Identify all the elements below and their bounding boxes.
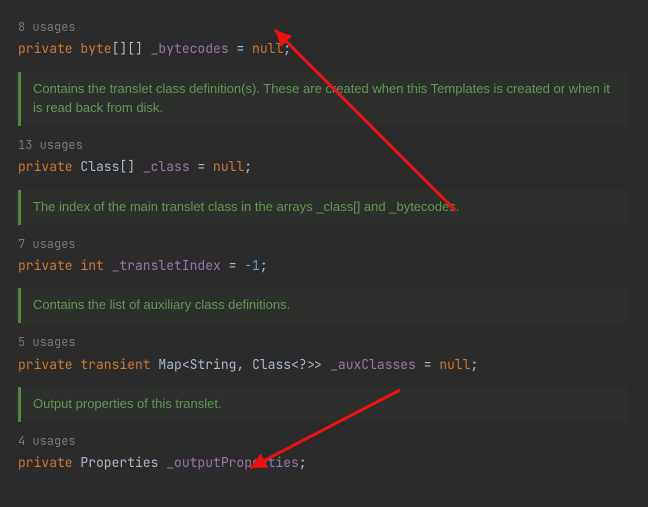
code-token: private xyxy=(18,158,80,175)
javadoc-comment: Contains the list of auxiliary class def… xyxy=(18,288,628,323)
field-declaration[interactable]: private transient Map<String, Class<?>> … xyxy=(18,355,648,376)
usages-hint[interactable]: 13 usages xyxy=(18,136,648,155)
code-token: <?>> xyxy=(291,356,330,373)
code-token: Class xyxy=(252,356,291,373)
field-declaration[interactable]: private byte[][] _bytecodes = null; xyxy=(18,39,648,60)
code-token: private xyxy=(18,454,80,471)
javadoc-comment: Output properties of this translet. xyxy=(18,387,628,422)
code-token: private xyxy=(18,356,80,373)
code-token: null xyxy=(439,356,470,373)
code-token: private xyxy=(18,40,80,57)
code-token: _bytecodes xyxy=(151,40,229,57)
code-token: Properties xyxy=(80,454,166,471)
code-token: _auxClasses xyxy=(330,356,416,373)
code-token: _outputProperties xyxy=(166,454,299,471)
code-token: ; xyxy=(283,40,291,57)
code-token: _class xyxy=(143,158,190,175)
code-token: ; xyxy=(471,356,479,373)
code-token: byte xyxy=(80,40,111,57)
code-token: = xyxy=(221,257,244,274)
code-token: ; xyxy=(244,158,252,175)
code-token: ; xyxy=(299,454,307,471)
code-token: [][] xyxy=(112,40,151,57)
code-token: < xyxy=(182,356,190,373)
field-declaration[interactable]: private Class[] _class = null; xyxy=(18,157,648,178)
code-token: ; xyxy=(260,257,268,274)
code-token: Map xyxy=(158,356,181,373)
code-token: null xyxy=(213,158,244,175)
code-token: = xyxy=(416,356,439,373)
code-token: transient xyxy=(80,356,158,373)
usages-hint[interactable]: 4 usages xyxy=(18,432,648,451)
code-token: , xyxy=(236,356,252,373)
code-token: private xyxy=(18,257,80,274)
javadoc-comment: The index of the main translet class in … xyxy=(18,190,628,225)
usages-hint[interactable]: 7 usages xyxy=(18,235,648,254)
usages-hint[interactable]: 5 usages xyxy=(18,333,648,352)
code-token: int xyxy=(80,257,111,274)
javadoc-comment: Contains the translet class definition(s… xyxy=(18,72,628,126)
code-token: _transletIndex xyxy=(112,257,221,274)
usages-hint[interactable]: 8 usages xyxy=(18,18,648,37)
code-token: = xyxy=(229,40,252,57)
field-declaration[interactable]: private Properties _outputProperties; xyxy=(18,453,648,474)
code-token: [] xyxy=(119,158,142,175)
code-token: null xyxy=(252,40,283,57)
code-token: String xyxy=(190,356,237,373)
code-token: -1 xyxy=(244,257,260,274)
field-declaration[interactable]: private int _transletIndex = -1; xyxy=(18,256,648,277)
code-token: = xyxy=(190,158,213,175)
code-token: Class xyxy=(80,158,119,175)
